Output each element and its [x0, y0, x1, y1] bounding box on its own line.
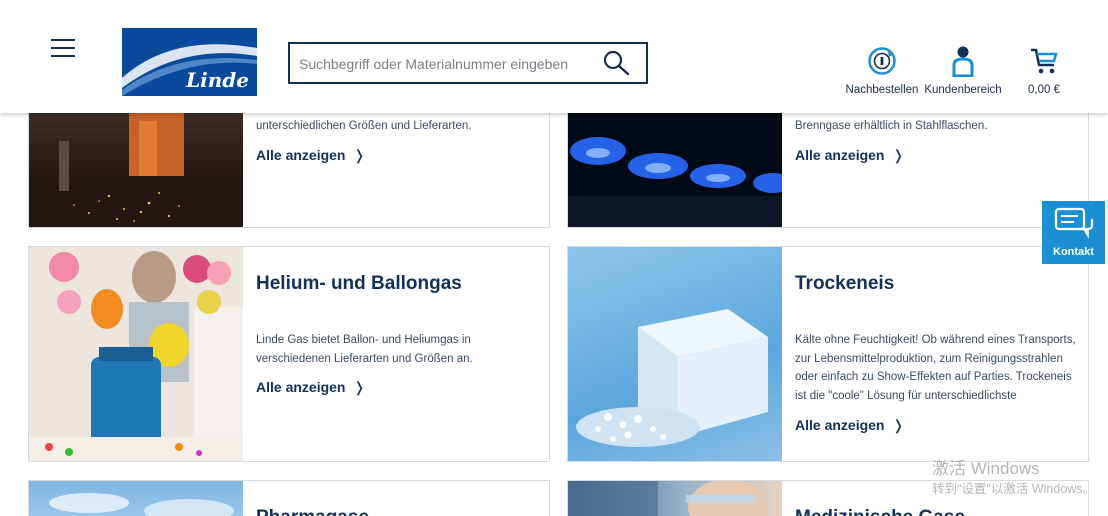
search-input[interactable]	[299, 52, 589, 76]
customer-area-label: Kundenbereich	[924, 84, 1002, 96]
linde-logo[interactable]: Linde	[122, 28, 257, 96]
windows-activation-hint: 转到"设置"以激活 Windows。	[932, 482, 1096, 496]
show-all-label: Alle anzeigen	[256, 147, 346, 163]
show-all-label: Alle anzeigen	[795, 147, 885, 163]
card-title: Pharmagase	[256, 507, 369, 516]
cart-total: 0,00 €	[1028, 84, 1060, 96]
site-header: Linde Nachbestellen Kundenbereich	[0, 0, 1108, 113]
lab-image	[568, 481, 782, 516]
show-all-link[interactable]: Alle anzeigen ❭	[795, 417, 904, 434]
category-card-dry-ice[interactable]: Trockeneis Kälte ohne Feuchtigkeit! Ob w…	[567, 246, 1089, 462]
menu-icon[interactable]	[51, 39, 75, 57]
show-all-link[interactable]: Alle anzeigen ❭	[256, 379, 365, 396]
chevron-right-icon: ❭	[353, 147, 366, 163]
card-description: Brenngase erhältlich in Stahlflaschen.	[795, 120, 988, 132]
reorder-button[interactable]: Nachbestellen	[843, 44, 921, 96]
card-description: Linde Gas bietet Ballon- und Heliumgas i…	[256, 334, 473, 365]
reorder-label: Nachbestellen	[845, 84, 919, 96]
card-title: Trockeneis	[795, 273, 895, 294]
search-icon[interactable]	[602, 49, 630, 77]
show-all-link[interactable]: Alle anzeigen ❭	[795, 147, 904, 164]
customer-area-button[interactable]: Kundenbereich	[922, 44, 1004, 96]
dry-ice-image	[568, 247, 782, 461]
contact-button[interactable]: Kontakt	[1042, 201, 1105, 264]
chevron-right-icon: ❭	[892, 417, 905, 433]
show-all-label: Alle anzeigen	[256, 379, 346, 395]
reorder-icon	[868, 47, 896, 75]
card-title: Helium- und Ballongas	[256, 273, 462, 294]
cart-icon	[1031, 48, 1058, 74]
chevron-right-icon: ❭	[892, 147, 905, 163]
show-all-link[interactable]: Alle anzeigen ❭	[256, 147, 365, 164]
card-description: Kälte ohne Feuchtigkeit! Ob während eine…	[795, 334, 1076, 402]
chevron-right-icon: ❭	[353, 379, 366, 395]
chat-icon	[1054, 207, 1094, 239]
category-card-helium[interactable]: Helium- und Ballongas Linde Gas bietet B…	[28, 246, 550, 462]
search-box	[288, 42, 648, 84]
logo-text: Linde	[186, 68, 249, 92]
contact-label: Kontakt	[1053, 246, 1094, 258]
show-all-label: Alle anzeigen	[795, 417, 885, 433]
cart-button[interactable]: 0,00 €	[1020, 44, 1068, 96]
category-card-pharma[interactable]: Pharmagase	[28, 480, 550, 516]
sky-image	[29, 481, 243, 516]
user-icon	[952, 46, 974, 77]
card-description: unterschiedlichen Größen und Lieferarten…	[256, 120, 472, 132]
helium-balloon-image	[29, 247, 243, 461]
windows-activation-watermark: 激活 Windows	[932, 459, 1040, 478]
card-title: Medizinische Gase	[795, 507, 965, 516]
